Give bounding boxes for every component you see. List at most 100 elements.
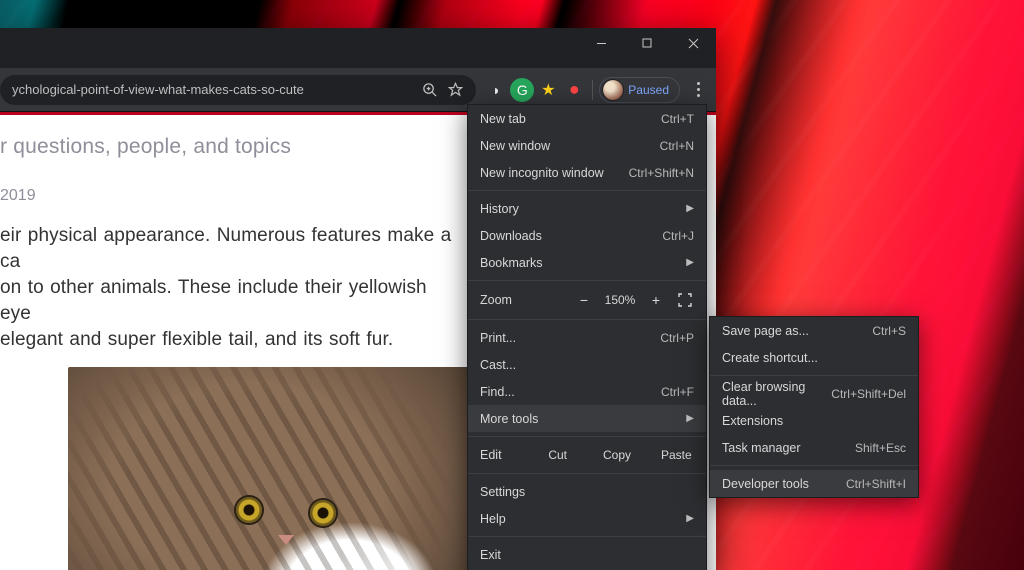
chrome-main-menu: New tab Ctrl+T New window Ctrl+N New inc…: [467, 104, 707, 570]
profile-chip[interactable]: Paused: [599, 77, 680, 103]
zoom-value: 150%: [598, 293, 642, 307]
extension-icon-1[interactable]: ◗: [484, 78, 508, 102]
menu-item-label: Developer tools: [722, 477, 846, 491]
menu-item-accel: Shift+Esc: [855, 441, 906, 455]
edit-paste-button[interactable]: Paste: [647, 443, 706, 467]
submenu-arrow-icon: ▶: [686, 203, 694, 214]
extension-icon-grammarly[interactable]: G: [510, 78, 534, 102]
menu-separator: [710, 465, 918, 466]
menu-separator: [468, 280, 706, 281]
kebab-icon: [697, 82, 700, 97]
menu-item-label: Help: [480, 512, 686, 526]
menu-separator: [468, 436, 706, 437]
more-tools-submenu: Save page as... Ctrl+S Create shortcut..…: [709, 316, 919, 498]
menu-item-label: Task manager: [722, 441, 855, 455]
menu-item-label: Find...: [480, 385, 661, 399]
submenu-arrow-icon: ▶: [686, 513, 694, 524]
menu-item-accel: Ctrl+N: [660, 139, 694, 153]
body-text-line: on to other animals. These include their…: [0, 275, 460, 327]
menu-item-exit[interactable]: Exit: [468, 541, 706, 568]
zoom-in-button[interactable]: +: [642, 289, 670, 311]
menu-item-label: Create shortcut...: [722, 351, 906, 365]
submenu-arrow-icon: ▶: [686, 257, 694, 268]
menu-item-accel: Ctrl+P: [660, 331, 694, 345]
menu-separator: [468, 536, 706, 537]
submenu-item-save-page[interactable]: Save page as... Ctrl+S: [710, 317, 918, 344]
menu-item-label: New incognito window: [480, 166, 629, 180]
menu-separator: [468, 473, 706, 474]
menu-item-print[interactable]: Print... Ctrl+P: [468, 324, 706, 351]
submenu-item-extensions[interactable]: Extensions: [710, 407, 918, 434]
menu-item-downloads[interactable]: Downloads Ctrl+J: [468, 222, 706, 249]
menu-item-label: Bookmarks: [480, 256, 686, 270]
menu-item-bookmarks[interactable]: Bookmarks ▶: [468, 249, 706, 276]
submenu-item-task-manager[interactable]: Task manager Shift+Esc: [710, 434, 918, 461]
zoom-indicator-icon[interactable]: [418, 79, 440, 101]
menu-item-label: Downloads: [480, 229, 662, 243]
chrome-menu-button[interactable]: [686, 78, 710, 102]
menu-item-new-tab[interactable]: New tab Ctrl+T: [468, 105, 706, 132]
toolbar-separator: [592, 80, 593, 100]
menu-item-label: Settings: [480, 485, 694, 499]
page-date: 2019: [0, 187, 460, 205]
profile-status: Paused: [628, 83, 669, 97]
menu-item-accel: Ctrl+Shift+Del: [831, 387, 906, 401]
menu-item-find[interactable]: Find... Ctrl+F: [468, 378, 706, 405]
menu-item-new-window[interactable]: New window Ctrl+N: [468, 132, 706, 159]
menu-item-label: Edit: [480, 448, 528, 462]
menu-item-label: Exit: [480, 548, 694, 562]
bookmark-star-icon[interactable]: [444, 79, 466, 101]
menu-item-label: Extensions: [722, 414, 906, 428]
menu-item-label: Cast...: [480, 358, 694, 372]
cat-eye-icon: [236, 497, 262, 523]
menu-separator: [710, 375, 918, 376]
menu-item-help[interactable]: Help ▶: [468, 505, 706, 532]
submenu-item-developer-tools[interactable]: Developer tools Ctrl+Shift+I: [710, 470, 918, 497]
edit-cut-button[interactable]: Cut: [528, 443, 587, 467]
zoom-out-button[interactable]: −: [570, 289, 598, 311]
menu-item-label: New window: [480, 139, 660, 153]
menu-item-accel: Ctrl+J: [662, 229, 694, 243]
close-button[interactable]: [670, 28, 716, 58]
menu-item-label: Zoom: [480, 293, 570, 307]
address-bar[interactable]: ychological-point-of-view-what-makes-cat…: [0, 75, 476, 105]
menu-separator: [468, 190, 706, 191]
window-controls: [578, 28, 716, 58]
submenu-arrow-icon: ▶: [686, 413, 694, 424]
menu-item-history[interactable]: History ▶: [468, 195, 706, 222]
menu-item-label: Clear browsing data...: [722, 380, 831, 408]
menu-item-cast[interactable]: Cast...: [468, 351, 706, 378]
cat-eye-icon: [310, 500, 336, 526]
menu-zoom-row: Zoom − 150% +: [468, 285, 706, 315]
maximize-button[interactable]: [624, 28, 670, 58]
menu-item-new-incognito[interactable]: New incognito window Ctrl+Shift+N: [468, 159, 706, 186]
fullscreen-button[interactable]: [670, 289, 700, 311]
menu-item-label: Save page as...: [722, 324, 872, 338]
extension-icon-record[interactable]: ●: [562, 78, 586, 102]
extension-icon-star[interactable]: ★: [536, 78, 560, 102]
page-search-placeholder[interactable]: r questions, people, and topics: [0, 135, 460, 159]
menu-item-settings[interactable]: Settings: [468, 478, 706, 505]
extension-icons: ◗ G ★ ●: [484, 78, 586, 102]
menu-item-label: History: [480, 202, 686, 216]
menu-item-accel: Ctrl+Shift+N: [629, 166, 694, 180]
window-titlebar: [0, 28, 716, 68]
submenu-item-create-shortcut[interactable]: Create shortcut...: [710, 344, 918, 371]
avatar: [603, 80, 623, 100]
menu-item-accel: Ctrl+T: [661, 112, 694, 126]
menu-edit-row: Edit Cut Copy Paste: [468, 441, 706, 469]
menu-item-more-tools[interactable]: More tools ▶: [468, 405, 706, 432]
menu-item-accel: Ctrl+Shift+I: [846, 477, 906, 491]
minimize-button[interactable]: [578, 28, 624, 58]
body-text-line: elegant and super flexible tail, and its…: [0, 327, 460, 353]
menu-item-label: New tab: [480, 112, 661, 126]
edit-copy-button[interactable]: Copy: [587, 443, 646, 467]
address-bar-url: ychological-point-of-view-what-makes-cat…: [12, 82, 414, 97]
menu-item-accel: Ctrl+F: [661, 385, 694, 399]
body-text-line: eir physical appearance. Numerous featur…: [0, 223, 460, 275]
cat-nose-icon: [278, 535, 294, 545]
submenu-item-clear-data[interactable]: Clear browsing data... Ctrl+Shift+Del: [710, 380, 918, 407]
menu-item-accel: Ctrl+S: [872, 324, 906, 338]
menu-item-label: Print...: [480, 331, 660, 345]
menu-item-label: More tools: [480, 412, 686, 426]
